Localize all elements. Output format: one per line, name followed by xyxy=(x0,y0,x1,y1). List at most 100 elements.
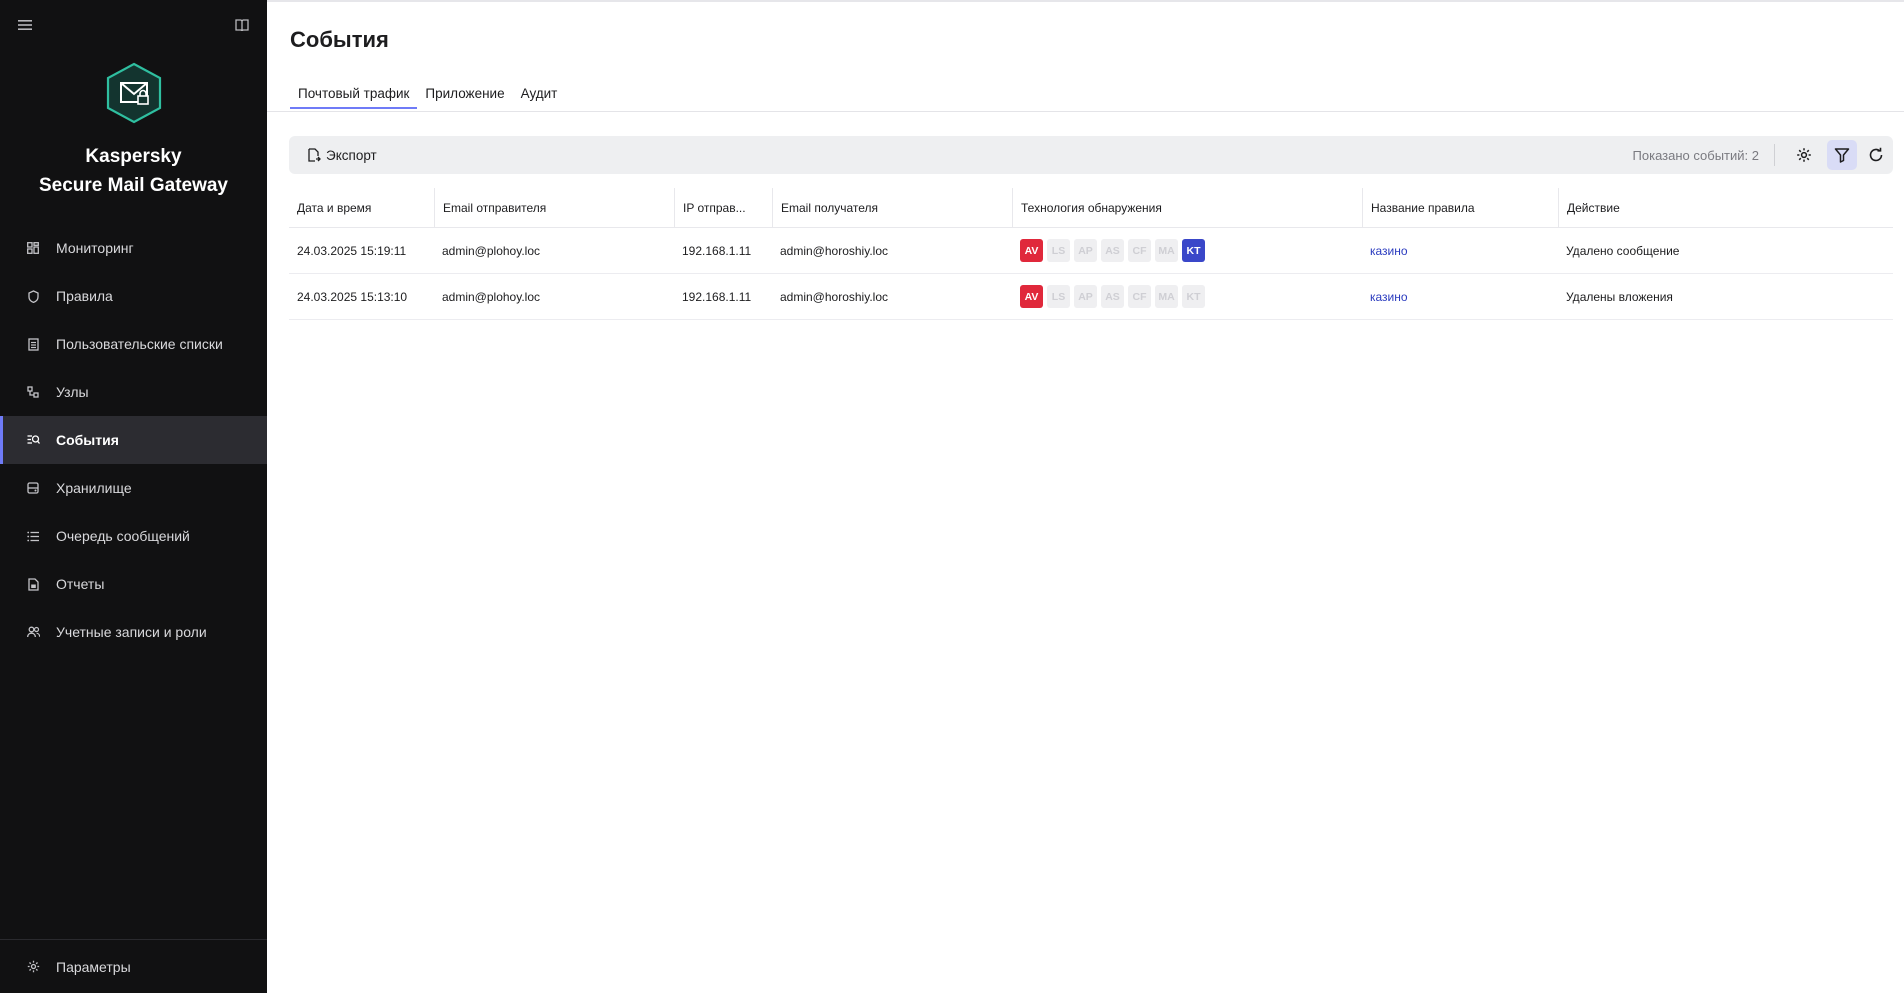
column-header-detection[interactable]: Технология обнаружения xyxy=(1012,188,1362,227)
cell-ip: 192.168.1.11 xyxy=(682,289,752,304)
column-header-action[interactable]: Действие xyxy=(1558,188,1893,227)
tab-mail-traffic[interactable]: Почтовый трафик xyxy=(290,86,418,109)
sidebar-top-bar xyxy=(0,0,267,50)
table-row[interactable]: 24.03.2025 15:19:11 admin@plohoy.loc 192… xyxy=(289,228,1893,274)
dashboard-icon xyxy=(26,241,40,255)
detection-badges: AV LS AP AS CF MA KT xyxy=(1020,285,1362,308)
export-button[interactable]: Экспорт xyxy=(307,148,377,163)
column-header-recipient[interactable]: Email получателя xyxy=(772,188,1012,227)
sidebar-item-settings[interactable]: Параметры xyxy=(0,939,267,993)
sidebar-item-events[interactable]: События xyxy=(0,416,267,464)
table-header: Дата и время Email отправителя IP отправ… xyxy=(289,188,1893,228)
cell-ip: 192.168.1.11 xyxy=(682,243,752,258)
badge-ap: AP xyxy=(1074,239,1097,262)
refresh-icon xyxy=(1869,147,1883,162)
brand-line-2: Secure Mail Gateway xyxy=(38,175,229,196)
tab-application[interactable]: Приложение xyxy=(417,86,512,109)
gear-icon xyxy=(1797,148,1811,162)
cell-datetime: 24.03.2025 15:13:10 xyxy=(297,289,408,304)
settings-label: Параметры xyxy=(56,958,131,975)
sidebar-item-monitoring[interactable]: Мониторинг xyxy=(0,224,267,272)
badge-ma: MA xyxy=(1155,285,1178,308)
report-icon xyxy=(26,577,40,591)
badge-kt: KT xyxy=(1182,285,1205,308)
badge-cf: CF xyxy=(1128,285,1151,308)
sidebar-nav: Мониторинг Правила Пользовательские спис… xyxy=(0,224,267,656)
sidebar-item-user-lists[interactable]: Пользовательские списки xyxy=(0,320,267,368)
main-content: События Почтовый трафик Приложение Аудит… xyxy=(267,0,1904,993)
brand-line-1: Kaspersky xyxy=(85,146,182,167)
sidebar-item-message-queue[interactable]: Очередь сообщений xyxy=(0,512,267,560)
badge-ls: LS xyxy=(1047,285,1070,308)
badge-ap: AP xyxy=(1074,285,1097,308)
events-table: Дата и время Email отправителя IP отправ… xyxy=(289,188,1893,320)
sidebar-item-label: Пользовательские списки xyxy=(56,336,223,352)
sidebar-item-rules[interactable]: Правила xyxy=(0,272,267,320)
users-icon xyxy=(26,625,40,639)
tab-audit[interactable]: Аудит xyxy=(513,86,566,109)
column-settings-button[interactable] xyxy=(1789,140,1819,170)
shield-icon xyxy=(26,289,40,303)
events-toolbar: Экспорт Показано событий: 2 xyxy=(289,136,1893,174)
nodes-icon xyxy=(26,385,40,399)
sidebar-item-accounts-roles[interactable]: Учетные записи и роли xyxy=(0,608,267,656)
book-help-icon[interactable] xyxy=(234,17,250,33)
sidebar-item-label: Отчеты xyxy=(56,576,105,592)
cell-datetime: 24.03.2025 15:19:11 xyxy=(297,243,407,258)
badge-av: AV xyxy=(1020,239,1043,262)
gear-icon xyxy=(26,960,40,974)
brand-name: Kaspersky Secure Mail Gateway xyxy=(39,142,228,200)
sidebar-item-label: Хранилище xyxy=(56,480,132,496)
sidebar-item-label: Очередь сообщений xyxy=(56,528,190,544)
cell-detection: AV LS AP AS CF MA KT xyxy=(1012,239,1362,262)
filter-funnel-icon xyxy=(1834,148,1850,163)
cell-sender: admin@plohoy.loc xyxy=(442,243,541,258)
sidebar-item-label: Учетные записи и роли xyxy=(56,624,207,640)
hamburger-menu-icon[interactable] xyxy=(17,17,33,33)
sidebar-item-label: Узлы xyxy=(56,384,89,400)
badge-kt: KT xyxy=(1182,239,1205,262)
badge-ls: LS xyxy=(1047,239,1070,262)
refresh-button[interactable] xyxy=(1861,140,1891,170)
sidebar-item-label: События xyxy=(56,432,119,448)
sidebar-item-label: Правила xyxy=(56,288,113,304)
detection-badges: AV LS AP AS CF MA KT xyxy=(1020,239,1362,262)
table-row[interactable]: 24.03.2025 15:13:10 admin@plohoy.loc 192… xyxy=(289,274,1893,320)
sidebar-item-storage[interactable]: Хранилище xyxy=(0,464,267,512)
sidebar: Kaspersky Secure Mail Gateway Мониторинг… xyxy=(0,0,267,993)
cell-rule-link[interactable]: казино xyxy=(1362,290,1558,304)
mail-shield-logo-icon xyxy=(106,62,161,124)
column-header-sender[interactable]: Email отправителя xyxy=(434,188,674,227)
filter-button[interactable] xyxy=(1827,140,1857,170)
cell-recipient: admin@horoshiy.loc xyxy=(780,289,889,304)
page-title: События xyxy=(290,27,389,52)
column-header-ip[interactable]: IP отправ... xyxy=(674,188,772,227)
product-logo-area: Kaspersky Secure Mail Gateway xyxy=(0,62,267,200)
badge-as: AS xyxy=(1101,285,1124,308)
badge-ma: MA xyxy=(1155,239,1178,262)
cell-action: Удалены вложения xyxy=(1566,289,1673,304)
badge-cf: CF xyxy=(1128,239,1151,262)
cell-recipient: admin@horoshiy.loc xyxy=(780,243,889,258)
sidebar-item-reports[interactable]: Отчеты xyxy=(0,560,267,608)
sidebar-item-label: Мониторинг xyxy=(56,240,134,256)
export-file-icon xyxy=(308,148,321,162)
cell-rule-link[interactable]: казино xyxy=(1362,244,1558,258)
toolbar-divider xyxy=(1774,144,1775,166)
cell-action: Удалено сообщение xyxy=(1566,243,1680,258)
sidebar-item-nodes[interactable]: Узлы xyxy=(0,368,267,416)
tabs-divider xyxy=(267,111,1904,112)
badge-as: AS xyxy=(1101,239,1124,262)
storage-icon xyxy=(26,481,40,495)
column-header-rule[interactable]: Название правила xyxy=(1362,188,1558,227)
events-search-icon xyxy=(26,433,40,447)
events-count-text: Показано событий: 2 xyxy=(1632,147,1759,163)
export-label: Экспорт xyxy=(326,147,377,163)
queue-list-icon xyxy=(26,529,40,543)
column-header-datetime[interactable]: Дата и время xyxy=(289,188,434,227)
cell-sender: admin@plohoy.loc xyxy=(442,289,541,304)
cell-detection: AV LS AP AS CF MA KT xyxy=(1012,285,1362,308)
badge-av: AV xyxy=(1020,285,1043,308)
list-doc-icon xyxy=(26,337,40,351)
tab-bar: Почтовый трафик Приложение Аудит xyxy=(290,86,565,109)
